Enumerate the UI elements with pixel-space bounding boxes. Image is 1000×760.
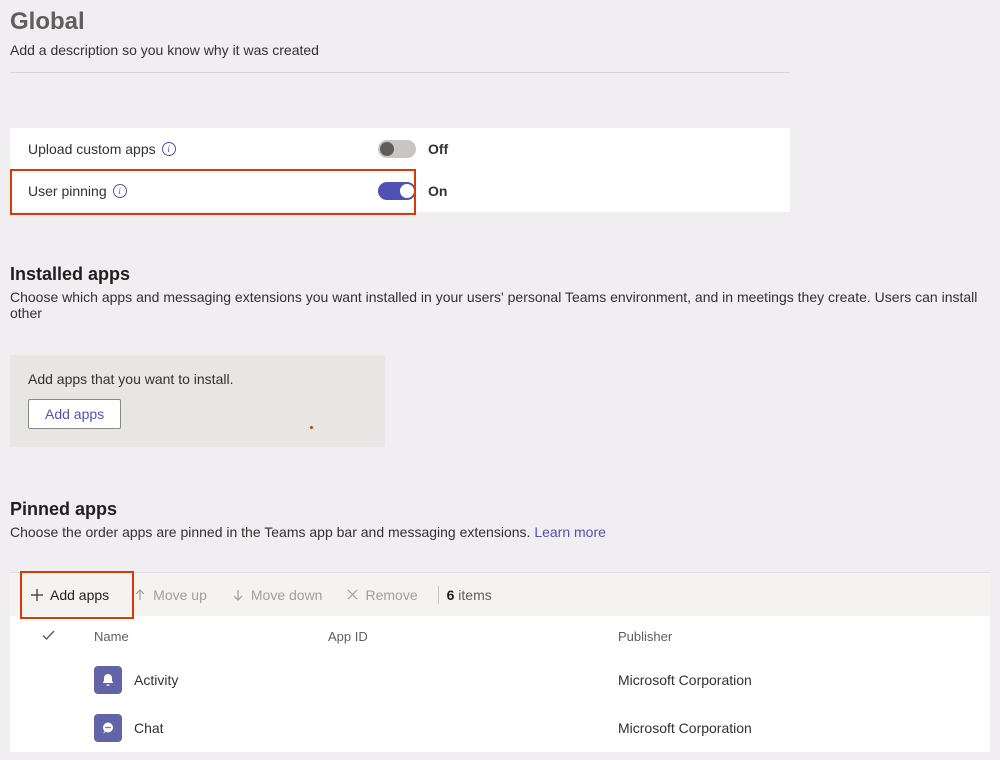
arrow-up-icon <box>133 588 147 602</box>
install-apps-box: Add apps that you want to install. Add a… <box>10 355 385 447</box>
app-name: Activity <box>134 672 178 688</box>
arrow-down-icon <box>231 588 245 602</box>
remove-button[interactable]: Remove <box>334 579 429 611</box>
add-apps-button[interactable]: Add apps <box>28 399 121 429</box>
toolbar-label: Move down <box>251 587 323 603</box>
info-icon[interactable]: i <box>113 184 127 198</box>
move-up-button[interactable]: Move up <box>121 579 219 611</box>
annotation-dot <box>310 426 313 429</box>
column-header-name[interactable]: Name <box>78 629 328 644</box>
table-header-row: Name App ID Publisher <box>10 616 990 656</box>
close-icon <box>346 588 359 601</box>
settings-panel: Upload custom apps i Off User pinning i … <box>10 128 790 212</box>
table-toolbar: Add apps Move up Move down Remove <box>10 572 990 616</box>
setting-upload-custom-apps: Upload custom apps i Off <box>10 128 790 170</box>
toolbar-label: Add apps <box>50 587 109 603</box>
pinned-apps-heading: Pinned apps <box>10 499 990 520</box>
column-header-publisher[interactable]: Publisher <box>618 629 990 644</box>
learn-more-link[interactable]: Learn more <box>534 524 606 540</box>
column-header-appid[interactable]: App ID <box>328 629 618 644</box>
toolbar-divider <box>438 586 439 604</box>
toggle-user-pinning[interactable] <box>378 182 416 200</box>
toolbar-label: Move up <box>153 587 207 603</box>
setting-user-pinning: User pinning i On <box>10 170 790 212</box>
pinned-desc-text: Choose the order apps are pinned in the … <box>10 524 534 540</box>
table-row[interactable]: Activity Microsoft Corporation <box>10 656 990 704</box>
app-icon-activity <box>94 666 122 694</box>
install-box-text: Add apps that you want to install. <box>28 371 367 387</box>
plus-icon <box>30 588 44 602</box>
toggle-state-text: On <box>428 183 447 199</box>
app-name: Chat <box>134 720 164 736</box>
pinned-apps-table: Add apps Move up Move down Remove <box>10 572 990 752</box>
table-row[interactable]: Chat Microsoft Corporation <box>10 704 990 752</box>
page-title: Global <box>10 8 990 36</box>
toolbar-label: Remove <box>365 587 417 603</box>
publisher-cell: Microsoft Corporation <box>618 672 990 688</box>
select-all-column[interactable] <box>18 627 78 646</box>
policy-description[interactable]: Add a description so you know why it was… <box>10 42 790 73</box>
pinned-apps-description: Choose the order apps are pinned in the … <box>10 524 990 540</box>
installed-apps-description: Choose which apps and messaging extensio… <box>10 289 990 321</box>
publisher-cell: Microsoft Corporation <box>618 720 990 736</box>
setting-label: User pinning <box>28 183 107 199</box>
move-down-button[interactable]: Move down <box>219 579 335 611</box>
add-apps-toolbar-button[interactable]: Add apps <box>18 579 121 611</box>
toggle-state-text: Off <box>428 141 448 157</box>
installed-apps-heading: Installed apps <box>10 264 990 285</box>
app-icon-chat <box>94 714 122 742</box>
toggle-upload-custom-apps[interactable] <box>378 140 416 158</box>
setting-label: Upload custom apps <box>28 141 156 157</box>
item-count: 6 items <box>447 587 492 603</box>
info-icon[interactable]: i <box>162 142 176 156</box>
check-icon <box>40 627 56 646</box>
